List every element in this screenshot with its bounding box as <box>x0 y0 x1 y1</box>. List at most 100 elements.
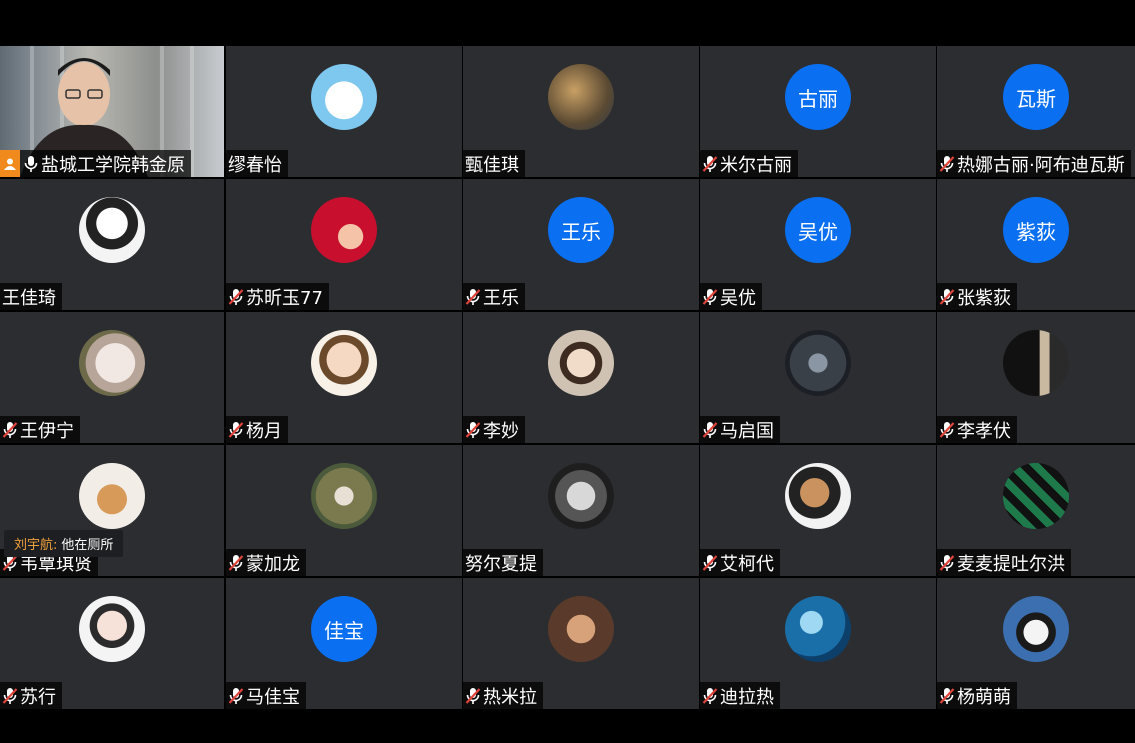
participant-tile[interactable]: 马启国 <box>700 312 936 443</box>
participant-tile[interactable]: 蒙加龙 <box>226 445 462 576</box>
mic-muted-icon <box>2 421 18 438</box>
participant-tile[interactable]: 紫荻 张紫荻 <box>937 179 1135 310</box>
participant-tile[interactable]: 王乐 王乐 <box>463 179 699 310</box>
chat-notification[interactable]: 刘宇航: 他在厕所 <box>4 530 124 557</box>
participant-name: 王伊宁 <box>20 420 74 442</box>
participant-tile[interactable]: 缪春怡 <box>226 46 462 177</box>
participant-tile[interactable]: 热米拉 <box>463 578 699 709</box>
participant-name: 麦麦提吐尔洪 <box>957 553 1065 575</box>
participant-name: 缪春怡 <box>228 154 282 176</box>
sunglasses-avatar <box>548 596 614 662</box>
participant-name: 甄佳琪 <box>465 154 519 176</box>
participant-name-bar: 张紫荻 <box>937 283 1017 310</box>
participant-tile[interactable]: 李孝伏 <box>937 312 1135 443</box>
avatar-initials: 王乐 <box>548 197 614 263</box>
participant-tile[interactable]: 杨萌萌 <box>937 578 1135 709</box>
participant-tile[interactable]: 李妙 <box>463 312 699 443</box>
participant-name: 马启国 <box>720 420 774 442</box>
participant-name-bar: 李孝伏 <box>937 416 1017 443</box>
dog-avatar <box>79 463 145 529</box>
mic-muted-icon <box>939 554 955 571</box>
plant-avatar <box>311 463 377 529</box>
mic-icon <box>24 155 38 172</box>
woman-avatar <box>548 330 614 396</box>
participant-name-bar: 王佳琦 <box>0 283 62 310</box>
participant-tile[interactable]: 王伊宁 <box>0 312 224 443</box>
mic-muted-icon <box>702 554 718 571</box>
participant-name-bar: 迪拉热 <box>700 682 780 709</box>
avatar-initials: 瓦斯 <box>1003 64 1069 130</box>
mic-muted-icon <box>465 288 481 305</box>
participant-tile[interactable]: 佳宝 马佳宝 <box>226 578 462 709</box>
participant-name-bar: 盐城工学院韩金原 <box>0 150 191 177</box>
mic-muted-icon <box>702 155 718 172</box>
participant-name-bar: 努尔夏提 <box>463 549 543 576</box>
deer-avatar <box>548 64 614 130</box>
child-avatar <box>311 330 377 396</box>
mic-muted-icon <box>2 687 18 704</box>
participant-name: 苏昕玉77 <box>246 287 323 309</box>
mic-muted-icon <box>228 687 244 704</box>
participant-tile[interactable]: 古丽 米尔古丽 <box>700 46 936 177</box>
participant-name-bar: 杨月 <box>226 416 288 443</box>
participant-tile[interactable]: 麦麦提吐尔洪 <box>937 445 1135 576</box>
participant-name: 苏行 <box>20 686 56 708</box>
participant-tile[interactable]: 王佳琦 <box>0 179 224 310</box>
participant-name: 王佳琦 <box>2 287 56 309</box>
participant-tile[interactable]: 苏昕玉77 <box>226 179 462 310</box>
mic-muted-icon <box>465 421 481 438</box>
chat-sender: 刘宇航: <box>14 538 58 553</box>
participant-name: 吴优 <box>720 287 756 309</box>
participant-name: 盐城工学院韩金原 <box>41 154 185 176</box>
participant-name-bar: 热娜古丽·阿布迪瓦斯 <box>937 150 1131 177</box>
host-badge-icon <box>0 150 20 177</box>
anime-boy-avatar <box>548 463 614 529</box>
mic-muted-icon <box>939 687 955 704</box>
anime-girl-avatar <box>79 197 145 263</box>
cool-cat-avatar <box>1003 596 1069 662</box>
chat-message: 他在厕所 <box>61 538 114 553</box>
mermaid-avatar <box>311 197 377 263</box>
participant-name-bar: 米尔古丽 <box>700 150 798 177</box>
participant-name: 李妙 <box>483 420 519 442</box>
mic-muted-icon <box>939 421 955 438</box>
participant-name-bar: 热米拉 <box>463 682 543 709</box>
participant-tile[interactable]: 杨月 <box>226 312 462 443</box>
cat-avatar <box>79 330 145 396</box>
participant-name: 王乐 <box>483 287 519 309</box>
mic-muted-icon <box>702 687 718 704</box>
participant-name: 米尔古丽 <box>720 154 792 176</box>
participant-tile[interactable]: 瓦斯 热娜古丽·阿布迪瓦斯 <box>937 46 1135 177</box>
participant-name-bar: 吴优 <box>700 283 762 310</box>
participant-name-bar: 杨萌萌 <box>937 682 1017 709</box>
participant-name-bar: 李妙 <box>463 416 525 443</box>
participant-name-bar: 艾柯代 <box>700 549 780 576</box>
mic-muted-icon <box>939 155 955 172</box>
participant-name: 艾柯代 <box>720 553 774 575</box>
portrait-avatar <box>79 596 145 662</box>
doraemon-avatar <box>311 64 377 130</box>
participant-tile[interactable]: 吴优 吴优 <box>700 179 936 310</box>
participant-tile[interactable]: 艾柯代 <box>700 445 936 576</box>
avatar-initials: 古丽 <box>785 64 851 130</box>
participant-name-bar: 苏昕玉77 <box>226 283 329 310</box>
participant-name-bar: 缪春怡 <box>226 150 288 177</box>
participant-tile[interactable]: 迪拉热 <box>700 578 936 709</box>
participant-name-bar: 王伊宁 <box>0 416 80 443</box>
avatar-initials: 紫荻 <box>1003 197 1069 263</box>
participant-tile[interactable]: 甄佳琪 <box>463 46 699 177</box>
participant-tile[interactable]: 盐城工学院韩金原 <box>0 46 224 177</box>
participant-tile[interactable]: 苏行 <box>0 578 224 709</box>
mic-muted-icon <box>228 288 244 305</box>
participant-name: 张紫荻 <box>957 287 1011 309</box>
participant-name-bar: 蒙加龙 <box>226 549 306 576</box>
participant-name: 努尔夏提 <box>465 553 537 575</box>
participant-tile[interactable]: 努尔夏提 <box>463 445 699 576</box>
girl-back-avatar <box>785 463 851 529</box>
participant-name-bar: 马佳宝 <box>226 682 306 709</box>
participant-name: 热米拉 <box>483 686 537 708</box>
participant-name: 热娜古丽·阿布迪瓦斯 <box>957 154 1125 176</box>
participant-name: 蒙加龙 <box>246 553 300 575</box>
participant-name-bar: 王乐 <box>463 283 525 310</box>
participant-name: 马佳宝 <box>246 686 300 708</box>
